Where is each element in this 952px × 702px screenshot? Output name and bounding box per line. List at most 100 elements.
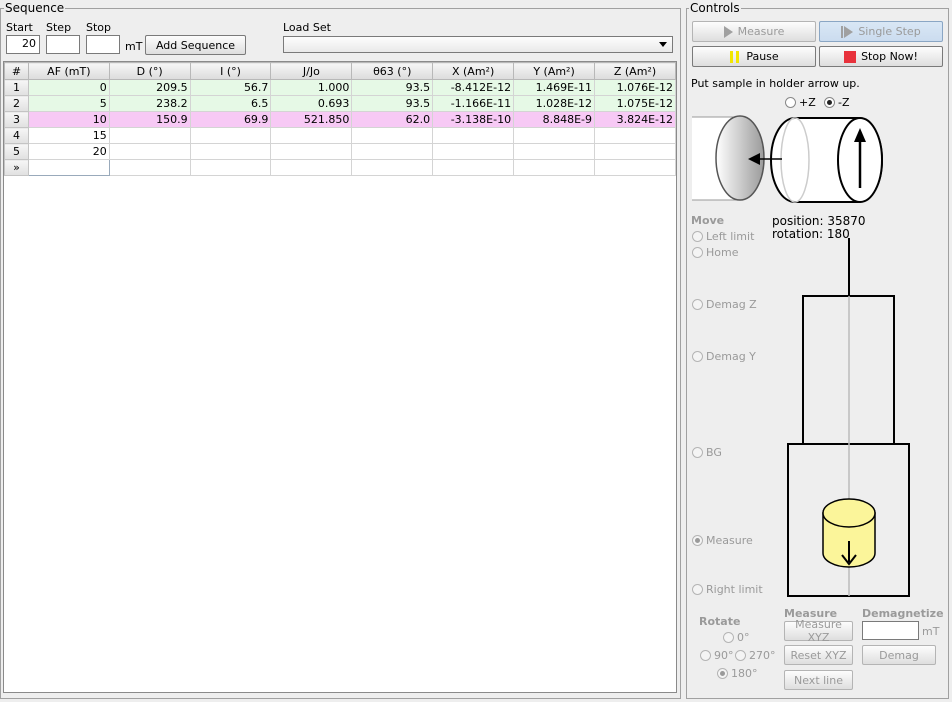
sequence-table[interactable]: # AF (mT) D (°) I (°) J/Jo θ63 (°) X (Am… [3, 61, 677, 693]
rotate-90-radio[interactable]: 90° [700, 649, 734, 662]
header-af[interactable]: AF (mT) [27, 62, 110, 80]
table-row[interactable]: 5 20 [4, 143, 676, 160]
cell-d[interactable] [108, 159, 191, 176]
cell-jjo[interactable] [270, 159, 353, 176]
stop-now-button[interactable]: Stop Now! [819, 46, 943, 67]
cell-y[interactable] [513, 159, 595, 176]
row-number[interactable]: 4 [4, 127, 29, 144]
move-left-limit-radio[interactable]: Left limit [692, 230, 754, 243]
header-d[interactable]: D (°) [108, 62, 191, 80]
radio-circle [692, 584, 703, 595]
cell-d[interactable]: 209.5 [108, 79, 191, 96]
cell-x[interactable] [432, 159, 515, 176]
cell-y[interactable]: 1.028E-12 [513, 95, 595, 112]
header-theta63[interactable]: θ63 (°) [351, 62, 434, 80]
move-demag-z-radio[interactable]: Demag Z [692, 298, 757, 311]
plus-z-radio[interactable]: +Z [785, 96, 816, 109]
table-row[interactable]: 3 10 150.9 69.9 521.850 62.0 -3.138E-10 … [4, 111, 676, 128]
cell-d[interactable] [108, 127, 191, 144]
step-input[interactable] [46, 35, 80, 54]
rotate-90-label: 90° [714, 649, 734, 662]
cell-x[interactable] [432, 127, 515, 144]
loadset-combo[interactable] [283, 36, 673, 53]
cell-theta63[interactable] [351, 159, 434, 176]
cell-d[interactable] [108, 143, 191, 160]
demag-field-input[interactable] [862, 621, 919, 640]
start-input[interactable]: 20 [6, 35, 40, 54]
cell-z[interactable]: 1.075E-12 [594, 95, 676, 112]
pause-button[interactable]: Pause [692, 46, 816, 67]
add-sequence-button[interactable]: Add Sequence [145, 35, 246, 55]
row-number[interactable]: 5 [4, 143, 29, 160]
table-row[interactable]: 1 0 209.5 56.7 1.000 93.5 -8.412E-12 1.4… [4, 79, 676, 96]
stop-input[interactable] [86, 35, 120, 54]
reset-xyz-button[interactable]: Reset XYZ [784, 645, 853, 665]
cell-theta63[interactable]: 93.5 [351, 95, 434, 112]
cell-y[interactable] [513, 127, 595, 144]
cell-theta63[interactable]: 62.0 [351, 111, 434, 128]
table-row[interactable]: 4 15 [4, 127, 676, 144]
cell-z[interactable] [594, 143, 676, 160]
move-home-radio[interactable]: Home [692, 246, 738, 259]
next-line-button[interactable]: Next line [784, 670, 853, 690]
rotate-270-radio[interactable]: 270° [735, 649, 776, 662]
cell-y[interactable] [513, 143, 595, 160]
single-step-button[interactable]: Single Step [819, 21, 943, 42]
cell-jjo[interactable]: 0.693 [270, 95, 353, 112]
cell-jjo[interactable] [270, 127, 353, 144]
new-row[interactable]: » [4, 159, 676, 176]
cell-jjo[interactable] [270, 143, 353, 160]
cell-d[interactable]: 238.2 [108, 95, 191, 112]
header-y[interactable]: Y (Am²) [513, 62, 595, 80]
cell-theta63[interactable] [351, 143, 434, 160]
cell-i[interactable] [189, 159, 272, 176]
header-x[interactable]: X (Am²) [432, 62, 515, 80]
position-text: position: 35870 [772, 214, 866, 228]
cell-jjo[interactable]: 1.000 [270, 79, 353, 96]
cell-i[interactable] [189, 127, 272, 144]
cell-d[interactable]: 150.9 [108, 111, 191, 128]
cell-z[interactable]: 1.076E-12 [594, 79, 676, 96]
cell-y[interactable]: 8.848E-9 [513, 111, 595, 128]
minus-z-radio[interactable]: -Z [824, 96, 850, 109]
cell-i[interactable]: 56.7 [189, 79, 272, 96]
demag-button[interactable]: Demag [862, 645, 936, 665]
rotate-0-radio[interactable]: 0° [723, 631, 750, 644]
cell-theta63[interactable] [351, 127, 434, 144]
header-z[interactable]: Z (Am²) [594, 62, 676, 80]
move-demag-y-radio[interactable]: Demag Y [692, 350, 756, 363]
cell-af[interactable] [27, 159, 110, 176]
cell-i[interactable]: 69.9 [189, 111, 272, 128]
move-right-limit-radio[interactable]: Right limit [692, 583, 763, 596]
cell-x[interactable]: -3.138E-10 [432, 111, 515, 128]
cell-af[interactable]: 10 [27, 111, 110, 128]
cell-x[interactable] [432, 143, 515, 160]
table-row[interactable]: 2 5 238.2 6.5 0.693 93.5 -1.166E-11 1.02… [4, 95, 676, 112]
cell-theta63[interactable]: 93.5 [351, 79, 434, 96]
cell-x[interactable]: -1.166E-11 [432, 95, 515, 112]
cell-jjo[interactable]: 521.850 [270, 111, 353, 128]
header-i[interactable]: I (°) [189, 62, 272, 80]
move-bg-radio[interactable]: BG [692, 446, 722, 459]
cell-x[interactable]: -8.412E-12 [432, 79, 515, 96]
cell-af[interactable]: 0 [27, 79, 110, 96]
cell-i[interactable] [189, 143, 272, 160]
header-jjo[interactable]: J/Jo [270, 62, 353, 80]
measure-xyz-button[interactable]: Measure XYZ [784, 618, 853, 644]
row-number[interactable]: 2 [4, 95, 29, 112]
cell-z[interactable] [594, 159, 676, 176]
cell-af[interactable]: 15 [27, 127, 110, 144]
cell-z[interactable] [594, 127, 676, 144]
cell-af[interactable]: 5 [27, 95, 110, 112]
row-number[interactable]: 3 [4, 111, 29, 128]
measure-button[interactable]: Measure [692, 21, 816, 42]
cell-i[interactable]: 6.5 [189, 95, 272, 112]
cell-y[interactable]: 1.469E-11 [513, 79, 595, 96]
new-row-marker[interactable]: » [4, 159, 29, 176]
move-measure-radio[interactable]: Measure [692, 534, 753, 547]
cell-af[interactable]: 20 [27, 143, 110, 160]
row-number[interactable]: 1 [4, 79, 29, 96]
header-num[interactable]: # [4, 62, 29, 80]
cell-z[interactable]: 3.824E-12 [594, 111, 676, 128]
rotate-180-radio[interactable]: 180° [717, 667, 758, 680]
